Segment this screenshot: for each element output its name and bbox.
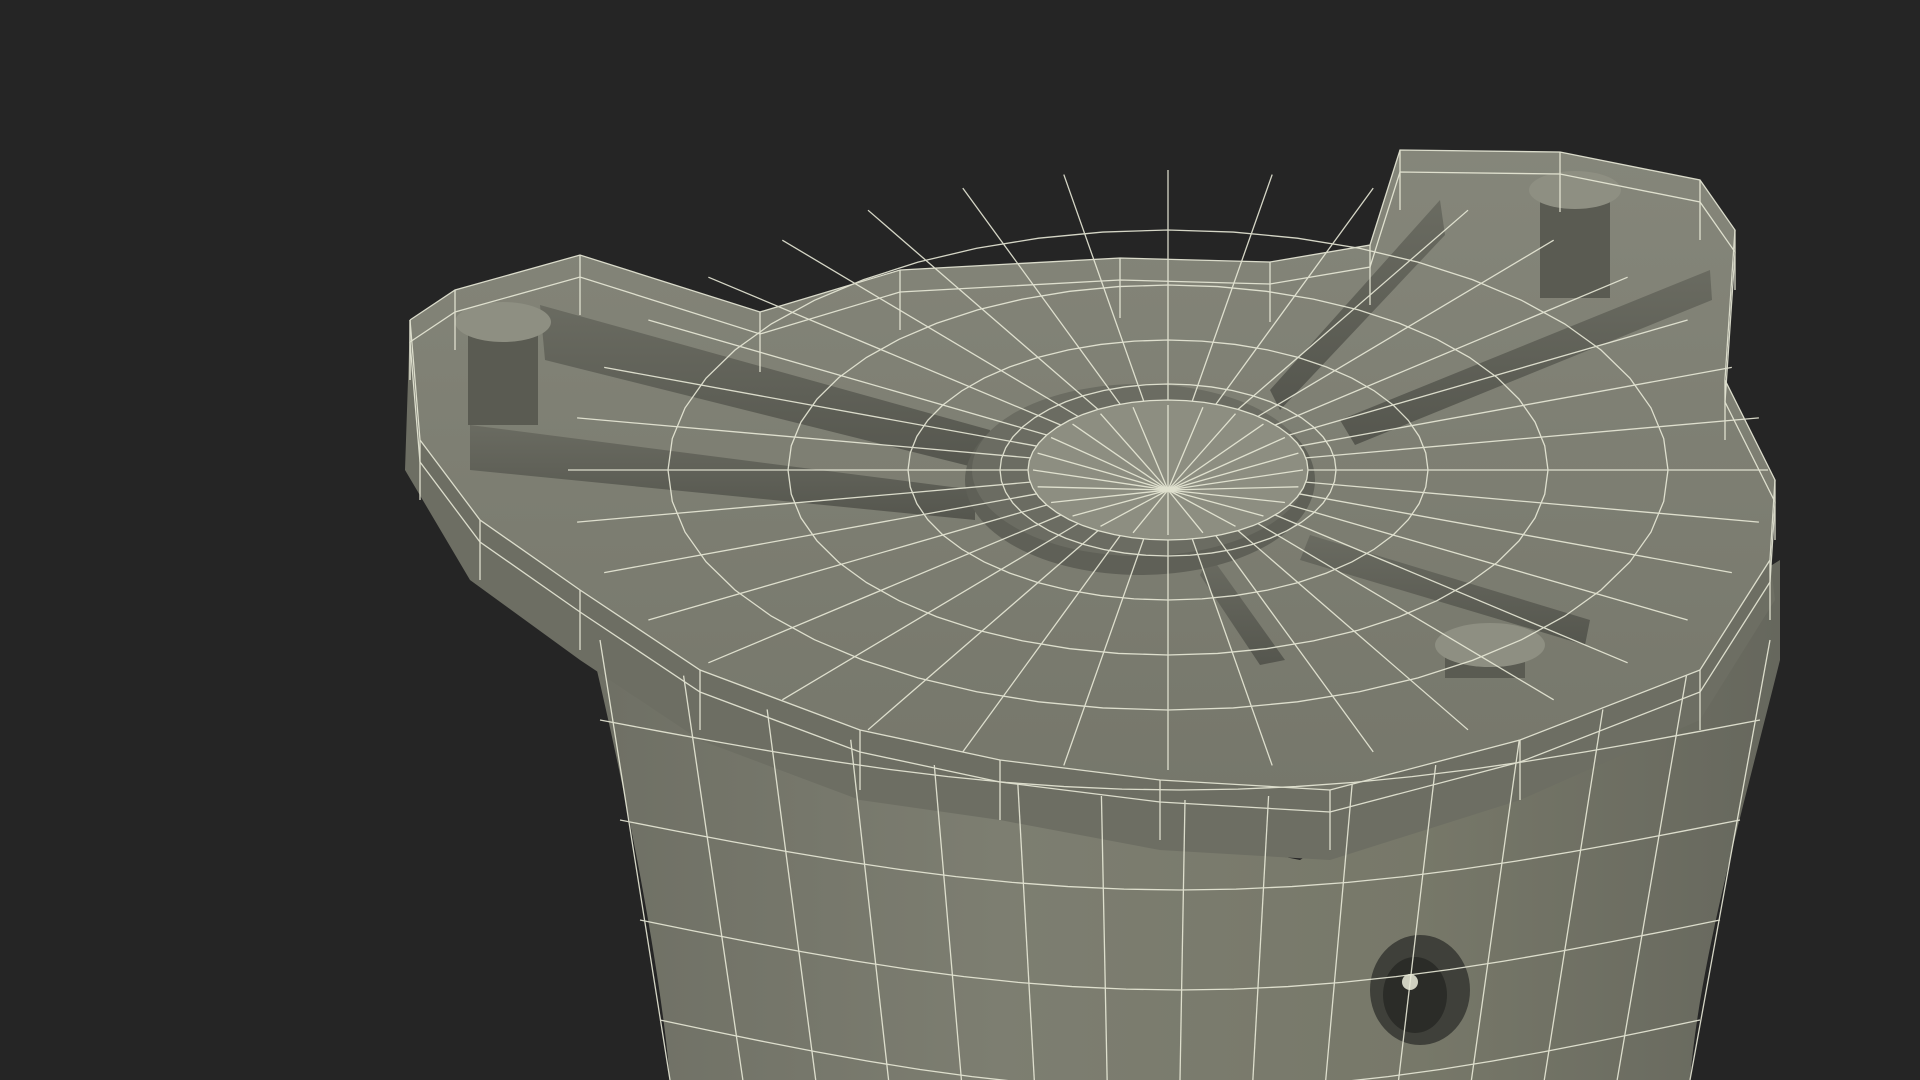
drain-hole [1370, 935, 1470, 1045]
central-hub [965, 384, 1315, 575]
wireframe-model-render [405, 149, 1780, 1080]
bolt-post-right [1529, 171, 1621, 298]
bolt-post-left [455, 302, 551, 425]
render-viewport [0, 0, 1920, 1080]
